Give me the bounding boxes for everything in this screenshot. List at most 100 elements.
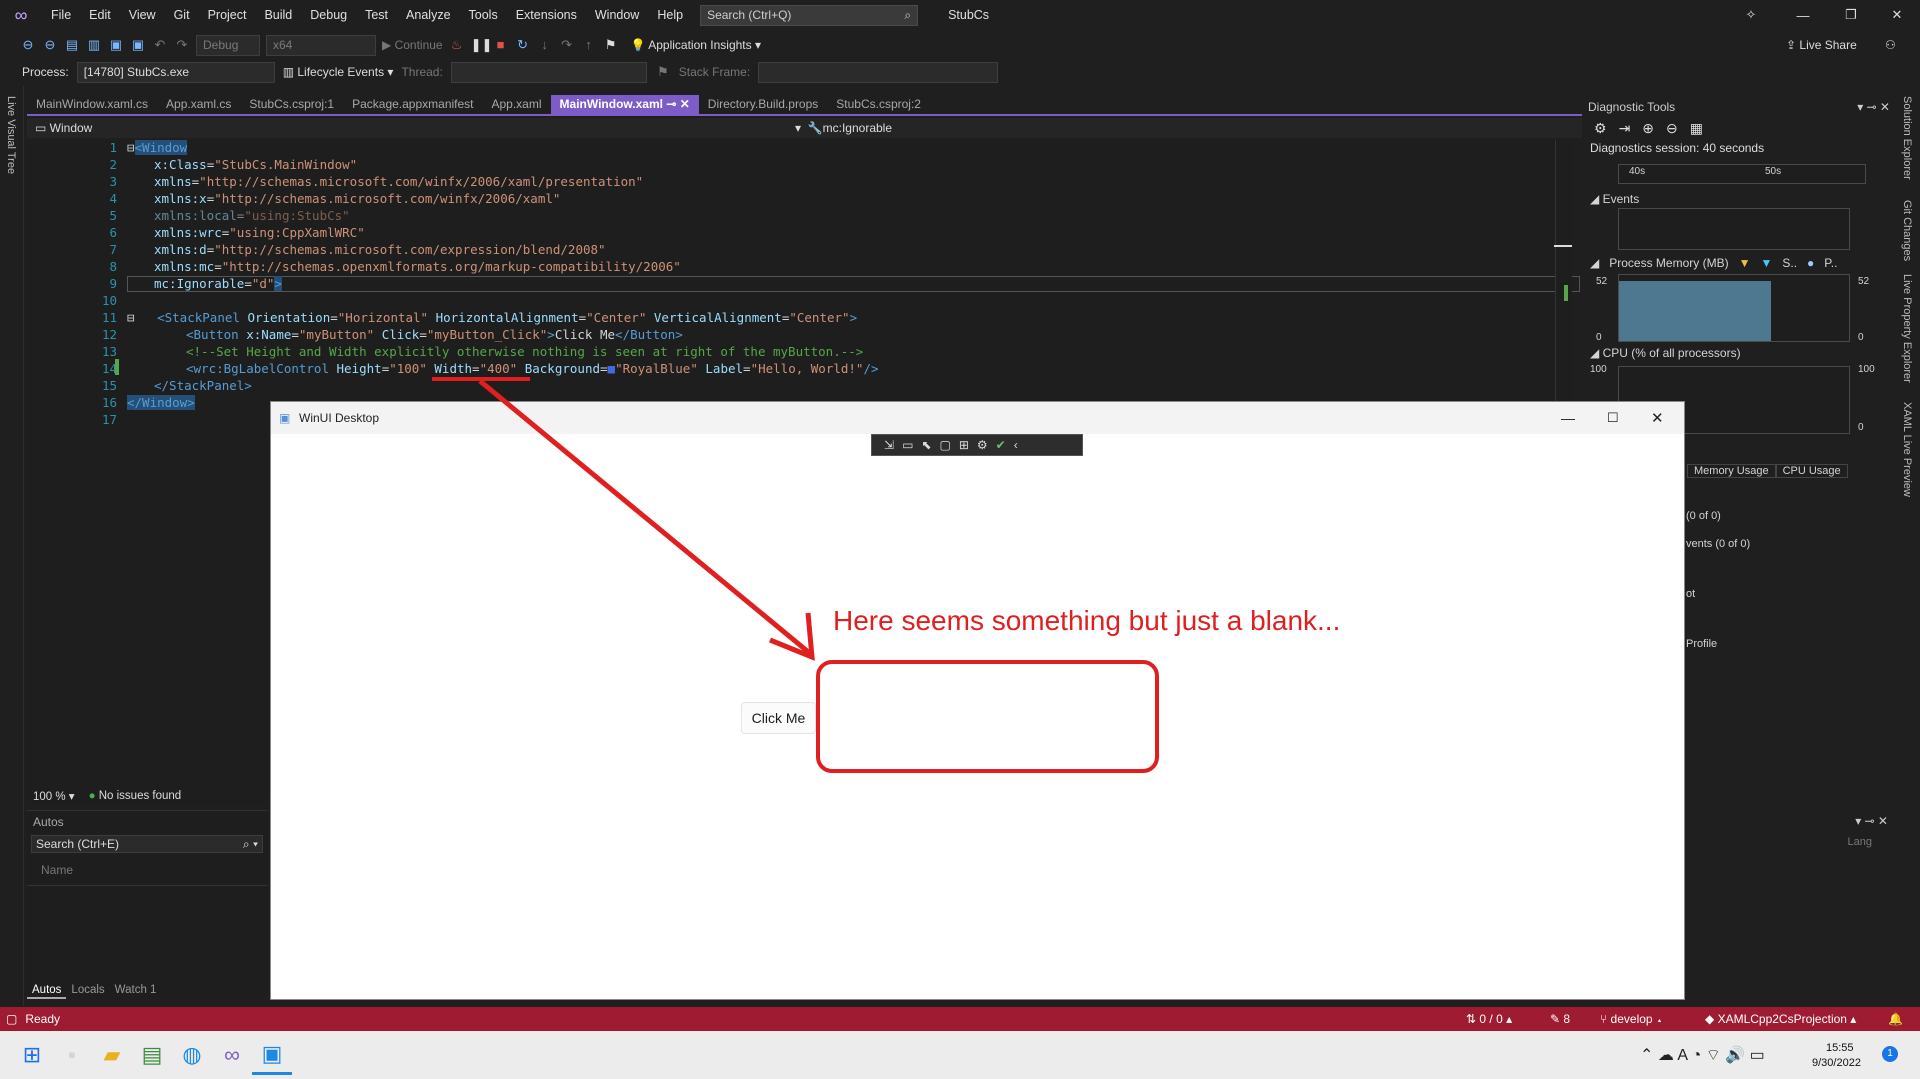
tab-watch-1[interactable]: Watch 1 xyxy=(110,983,162,999)
tab-stubcs-csproj-1[interactable]: StubCs.csproj:1 xyxy=(240,95,343,114)
menu-analyze[interactable]: Analyze xyxy=(397,0,459,30)
tab-app-xaml[interactable]: App.xaml xyxy=(483,95,551,114)
clock-date[interactable]: 9/30/2022 xyxy=(1812,1057,1861,1069)
visual-studio-logo-icon[interactable]: ∞ xyxy=(0,0,42,30)
events-summary-row[interactable]: vents (0 of 0) xyxy=(1686,538,1750,550)
git-changes-tab[interactable]: Git Changes xyxy=(1901,200,1913,261)
hot-reload-icon[interactable]: ♨ xyxy=(449,37,465,53)
visual-studio-icon[interactable]: ∞ xyxy=(212,1035,252,1075)
snapshot-row[interactable]: ot xyxy=(1686,588,1695,600)
save-all-icon[interactable]: ▣ xyxy=(130,37,146,53)
minimize-button[interactable]: — xyxy=(1780,0,1826,30)
tab-autos[interactable]: Autos xyxy=(27,983,67,999)
live-property-explorer-tab[interactable]: Live Property Explorer xyxy=(1901,274,1913,383)
notifications-icon[interactable]: 🔔 xyxy=(1888,1012,1903,1026)
no-issues-icon[interactable]: ✔ xyxy=(996,438,1006,452)
app-close-button[interactable]: ✕ xyxy=(1651,409,1664,427)
panel-controls-icon[interactable]: ▾ ⊸ ✕ xyxy=(1855,814,1888,828)
edge-icon[interactable]: ◍ xyxy=(172,1035,212,1075)
tab-app-xaml-cs[interactable]: App.xaml.cs xyxy=(157,95,240,114)
profile-row[interactable]: Profile xyxy=(1686,638,1717,650)
search-input[interactable]: Search (Ctrl+Q) ⌕ xyxy=(700,4,919,26)
app-insights-button[interactable]: 💡 Application Insights ▾ xyxy=(631,38,761,52)
tab-stubcs-csproj-2[interactable]: StubCs.csproj:2 xyxy=(827,95,930,114)
column-header-name[interactable]: Name xyxy=(27,855,267,886)
track-focus-icon[interactable]: ⊞ xyxy=(959,438,969,452)
menu-tools[interactable]: Tools xyxy=(460,0,507,30)
forward-icon[interactable]: ⊖ xyxy=(42,37,58,53)
pin-icon[interactable]: ⊸ xyxy=(666,97,676,111)
step-out-icon[interactable]: ↑ xyxy=(581,37,597,53)
tab-mainwindow-xaml-cs[interactable]: MainWindow.xaml.cs xyxy=(27,95,157,114)
autos-search-input[interactable]: Search (Ctrl+E) ⌕ ▾ xyxy=(31,835,263,853)
menu-debug[interactable]: Debug xyxy=(301,0,356,30)
tab-locals[interactable]: Locals xyxy=(66,983,109,999)
go-to-live-visual-tree-icon[interactable]: ⇲ xyxy=(884,438,894,452)
notification-badge[interactable]: 1 xyxy=(1882,1046,1898,1062)
bookmark-icon[interactable]: ⚑ xyxy=(603,37,619,53)
restore-button[interactable]: ❐ xyxy=(1828,0,1874,30)
zoom-out-icon[interactable]: ⊖ xyxy=(1666,120,1678,137)
repo-button[interactable]: ◆ XAMLCpp2CsProjection ▴ xyxy=(1705,1012,1856,1026)
changes-indicator[interactable]: ⇅ 0 / 0 ▴ xyxy=(1466,1012,1512,1026)
close-button[interactable]: ✕ xyxy=(1874,0,1920,30)
system-tray[interactable]: ⌃ ☁ A ◔ ⌔ 🔊 ▭ xyxy=(1640,1045,1765,1065)
tab-mainwindow-xaml[interactable]: MainWindow.xaml ⊸ ✕ xyxy=(550,95,699,114)
feedback-icon[interactable]: ⚇ xyxy=(1885,38,1896,52)
menu-file[interactable]: File xyxy=(42,0,80,30)
collapse-icon[interactable]: ‹ xyxy=(1014,438,1018,452)
tab-close-icon[interactable]: ✕ xyxy=(680,97,690,111)
tab-package-appxmanifest[interactable]: Package.appxmanifest xyxy=(343,95,482,114)
file-explorer-icon[interactable]: ▰ xyxy=(92,1035,132,1075)
edits-indicator[interactable]: ✎ 8 xyxy=(1550,1012,1570,1026)
config-dropdown[interactable]: Debug xyxy=(196,34,260,56)
element-selector[interactable]: ▭ Window xyxy=(35,121,795,135)
timeline-ruler[interactable]: 40s 50s xyxy=(1618,164,1866,184)
select-element-icon[interactable]: ⬉ xyxy=(921,438,931,452)
tab-directory-build-props[interactable]: Directory.Build.props xyxy=(699,95,827,114)
platform-dropdown[interactable]: x64 xyxy=(266,34,376,56)
continue-button[interactable]: ▶ Continue xyxy=(382,38,443,52)
menu-help[interactable]: Help xyxy=(648,0,692,30)
app-title-bar[interactable]: ▣ WinUI Desktop — ☐ ✕ xyxy=(271,402,1684,434)
clock-time[interactable]: 15:55 xyxy=(1826,1042,1854,1054)
flag-icon[interactable]: ⚑ xyxy=(655,64,671,80)
step-over-icon[interactable]: ↷ xyxy=(559,37,575,53)
panel-controls-icon[interactable]: ▾ ⊸ ✕ xyxy=(1857,100,1890,114)
video-icon[interactable]: ▭ xyxy=(902,438,913,452)
lifecycle-events-button[interactable]: ▥ Lifecycle Events ▾ xyxy=(283,65,394,79)
menu-view[interactable]: View xyxy=(120,0,165,30)
debug-pin-icon[interactable]: ✧ xyxy=(1728,0,1774,30)
zoom-in-icon[interactable]: ⊕ xyxy=(1642,120,1654,137)
new-item-icon[interactable]: ▤ xyxy=(64,37,80,53)
stack-frame-dropdown[interactable] xyxy=(758,61,999,83)
menu-test[interactable]: Test xyxy=(356,0,397,30)
redo-icon[interactable]: ↷ xyxy=(174,37,190,53)
step-into-icon[interactable]: ↓ xyxy=(537,37,553,53)
open-icon[interactable]: ▥ xyxy=(86,37,102,53)
pause-icon[interactable]: ❚❚ xyxy=(471,37,493,53)
thread-dropdown[interactable] xyxy=(450,61,647,83)
attribute-selector[interactable]: ▾ 🔧mc:Ignorable xyxy=(795,121,892,135)
back-icon[interactable]: ⊖ xyxy=(20,37,36,53)
live-visual-tree-tab[interactable]: Live Visual Tree xyxy=(5,96,17,174)
start-icon[interactable]: ⊞ xyxy=(12,1035,52,1075)
zoom-dropdown[interactable]: 100 % ▾ xyxy=(33,789,75,803)
menu-project[interactable]: Project xyxy=(199,0,256,30)
app-minimize-button[interactable]: — xyxy=(1561,410,1575,426)
solution-explorer-tab[interactable]: Solution Explorer xyxy=(1901,96,1913,180)
display-adorners-icon[interactable]: ▢ xyxy=(939,438,950,452)
xaml-live-preview-tab[interactable]: XAML Live Preview xyxy=(1901,402,1913,497)
binding-failures-icon[interactable]: ⚙ xyxy=(977,438,988,452)
reset-view-icon[interactable]: ▦ xyxy=(1690,120,1703,137)
process-dropdown[interactable]: [14780] StubCs.exe xyxy=(76,61,275,83)
menu-window[interactable]: Window xyxy=(586,0,648,30)
restart-icon[interactable]: ↻ xyxy=(515,37,531,53)
events-label[interactable]: ◢ Events xyxy=(1590,192,1639,206)
live-share-button[interactable]: ⇪ Live Share xyxy=(1786,38,1857,52)
menu-git[interactable]: Git xyxy=(165,0,199,30)
tab-memory-usage[interactable]: Memory Usage xyxy=(1687,464,1776,478)
app-maximize-button[interactable]: ☐ xyxy=(1607,410,1619,426)
export-icon[interactable]: ⇥ xyxy=(1619,120,1631,137)
menu-build[interactable]: Build xyxy=(255,0,301,30)
